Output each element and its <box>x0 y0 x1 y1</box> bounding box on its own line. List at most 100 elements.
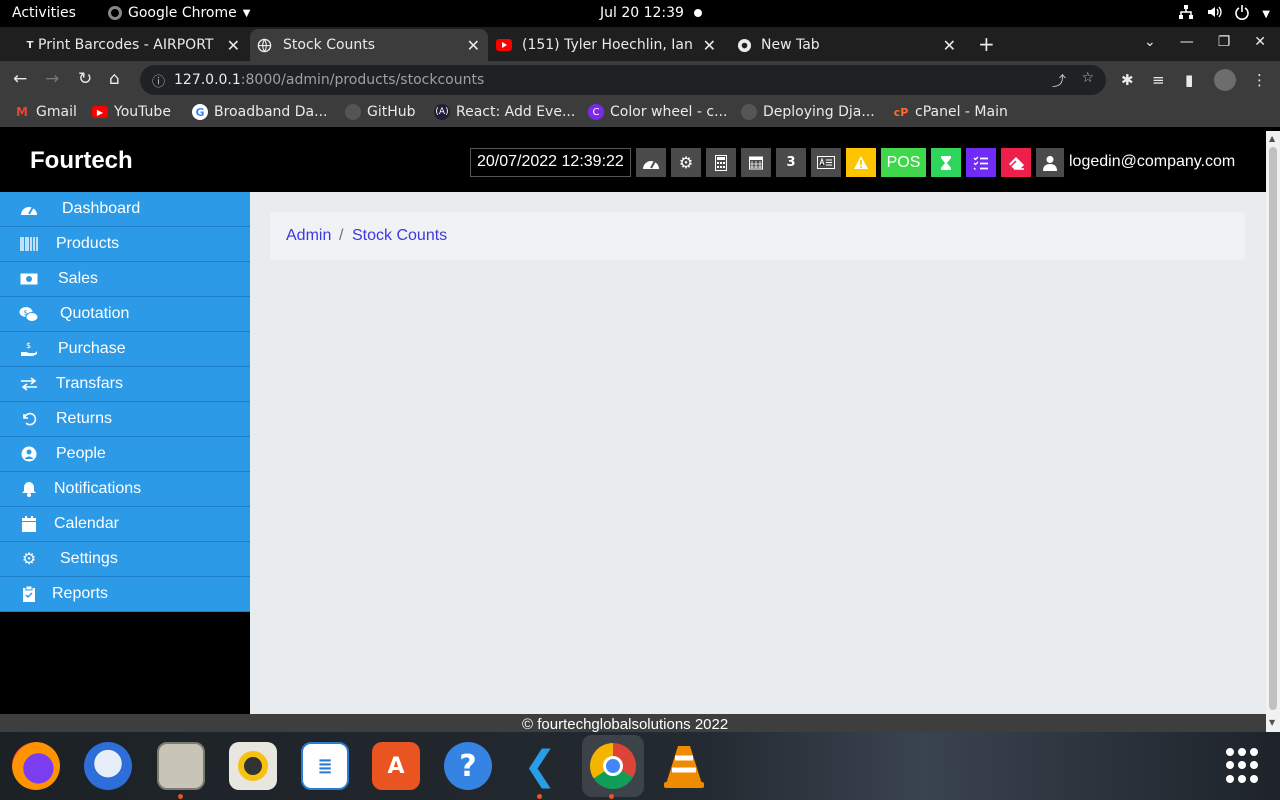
close-icon[interactable]: ✕ <box>467 36 480 55</box>
minimize-icon[interactable]: — <box>1180 34 1194 50</box>
sidebar-item-products[interactable]: Products <box>0 227 250 262</box>
vlc-icon[interactable] <box>660 742 708 790</box>
sidebar-item-notifications[interactable]: Notifications <box>0 472 250 507</box>
sidebar-item-reports[interactable]: Reports <box>0 577 250 612</box>
bookmark-youtube[interactable]: ▶ YouTube <box>92 104 171 120</box>
bookmark-gmail[interactable]: M Gmail <box>14 104 77 120</box>
window-close-icon[interactable]: ✕ <box>1254 34 1266 50</box>
scrollbar-thumb[interactable] <box>1269 147 1277 710</box>
vscode-icon[interactable]: ❮ <box>516 742 564 790</box>
comments-dollar-icon: $ <box>18 305 40 323</box>
google-chrome-dock-icon[interactable] <box>582 735 644 797</box>
files-icon[interactable] <box>157 742 205 790</box>
window-controls: ⌄ — ❐ ✕ <box>1144 34 1266 50</box>
new-tab-plus-icon[interactable]: + <box>978 32 995 56</box>
sidebar-item-people[interactable]: People <box>0 437 250 472</box>
bookmark-deploying[interactable]: Deploying Dja... <box>741 104 875 120</box>
bookmark-cpanel[interactable]: cP cPanel - Main <box>893 104 1008 120</box>
brand-logo-text[interactable]: Fourtech <box>30 147 133 175</box>
system-top-bar: Activities Google Chrome ▼ Jul 20 12:39 … <box>0 0 1280 27</box>
close-icon[interactable]: ✕ <box>943 36 956 55</box>
sidebar-item-quotation[interactable]: $ Quotation <box>0 297 250 332</box>
id-card-button[interactable] <box>811 148 841 177</box>
scroll-up-arrow-icon[interactable]: ▲ <box>1269 134 1275 143</box>
tab-new-tab[interactable]: New Tab ✕ <box>730 29 964 61</box>
chrome-logo-center <box>603 756 623 776</box>
cogs-icon: ⚙ <box>21 551 37 568</box>
help-icon[interactable]: ? <box>444 742 492 790</box>
sidebar-item-label: Products <box>56 235 120 252</box>
tab-print-barcodes[interactable]: T Print Barcodes - AIRPORT ✕ <box>16 29 248 61</box>
sidebar-item-calendar[interactable]: Calendar <box>0 507 250 542</box>
settings-cogs-button[interactable]: ⚙ <box>671 148 701 177</box>
eraser-button[interactable] <box>1001 148 1031 177</box>
tab-title: Stock Counts <box>283 37 376 53</box>
css3-button[interactable]: 3 <box>776 148 806 177</box>
youtube-icon: ▶ <box>92 106 108 118</box>
libreoffice-writer-icon[interactable]: ≣ <box>301 742 349 790</box>
ubuntu-dock: ≣ A ? ❮ <box>0 732 1280 800</box>
tab-youtube[interactable]: (151) Tyler Hoechlin, Ian B ✕ <box>490 29 724 61</box>
header-datetime: 20/07/2022 12:39:22 <box>470 148 631 177</box>
share-icon[interactable]: ⤴ <box>1052 71 1066 91</box>
tab-stock-counts[interactable]: Stock Counts ✕ <box>250 29 488 61</box>
back-arrow-icon[interactable]: ← <box>13 69 27 89</box>
show-applications-grid-icon[interactable] <box>1226 748 1262 784</box>
sidebar-item-transfars[interactable]: Transfars <box>0 367 250 402</box>
breadcrumb-admin-link[interactable]: Admin <box>286 227 331 245</box>
kebab-menu-icon[interactable]: ⋮ <box>1252 71 1267 89</box>
undo-icon <box>18 410 40 428</box>
scroll-down-arrow-icon[interactable]: ▼ <box>1269 718 1275 727</box>
bookmark-label: GitHub <box>367 104 416 120</box>
warning-button[interactable] <box>846 148 876 177</box>
sidebar-item-settings[interactable]: ⚙ Settings <box>0 542 250 577</box>
sidebar-item-purchase[interactable]: $ Purchase <box>0 332 250 367</box>
home-icon[interactable]: ⌂ <box>109 69 120 89</box>
page-scrollbar[interactable]: ▲ ▼ <box>1266 131 1280 732</box>
bookmark-star-icon[interactable]: ☆ <box>1081 70 1094 86</box>
calculator-button[interactable] <box>706 148 736 177</box>
firefox-icon[interactable] <box>12 742 60 790</box>
ubuntu-software-icon[interactable]: A <box>372 742 420 790</box>
bookmark-broadband[interactable]: G Broadband Da... <box>192 104 327 120</box>
react-icon: (A) <box>434 104 450 120</box>
sidebar-item-sales[interactable]: Sales <box>0 262 250 297</box>
forward-arrow-icon[interactable]: → <box>45 69 59 89</box>
restore-icon[interactable]: ❐ <box>1218 34 1231 50</box>
tab-title: New Tab <box>761 37 820 53</box>
tab-search-chevron-icon[interactable]: ⌄ <box>1144 34 1156 50</box>
hand-dollar-icon: $ <box>18 340 40 358</box>
close-icon[interactable]: ✕ <box>703 36 716 55</box>
user-email[interactable]: logedin@company.com <box>1069 153 1235 171</box>
sidebar-item-returns[interactable]: Returns <box>0 402 250 437</box>
rhythmbox-icon[interactable] <box>229 742 277 790</box>
breadcrumb-current[interactable]: Stock Counts <box>352 227 447 245</box>
activities-button[interactable]: Activities <box>12 5 76 21</box>
bookmark-react[interactable]: (A) React: Add Eve... <box>434 104 575 120</box>
site-info-icon[interactable]: ⓘ <box>152 71 165 90</box>
svg-text:$: $ <box>26 341 31 350</box>
user-avatar-button[interactable] <box>1036 148 1064 177</box>
speaker-icon <box>238 751 268 781</box>
sidebar-item-dashboard[interactable]: Dashboard <box>0 192 250 227</box>
side-panel-icon[interactable]: ▮ <box>1185 71 1193 89</box>
app-menu[interactable]: Google Chrome ▼ <box>108 5 250 21</box>
profile-avatar[interactable] <box>1214 69 1236 91</box>
youtube-icon <box>496 37 512 53</box>
thunderbird-icon[interactable] <box>84 742 132 790</box>
system-tray[interactable]: ▼ <box>1178 4 1270 24</box>
reload-icon[interactable]: ↻ <box>78 69 92 89</box>
close-icon[interactable]: ✕ <box>227 36 240 55</box>
dashboard-gauge-button[interactable] <box>636 148 666 177</box>
bookmark-github[interactable]: GitHub <box>345 104 416 120</box>
system-clock[interactable]: Jul 20 12:39 <box>600 5 684 21</box>
calendar-button[interactable] <box>741 148 771 177</box>
chevron-down-icon: ▼ <box>1262 8 1270 20</box>
pos-button[interactable]: POS <box>881 148 926 177</box>
address-bar[interactable]: ⓘ 127.0.0.1:8000/admin/products/stockcou… <box>140 65 1106 95</box>
hourglass-button[interactable] <box>931 148 961 177</box>
extensions-puzzle-icon[interactable]: ✱ <box>1121 71 1134 89</box>
media-queue-icon[interactable]: ≡ <box>1152 71 1165 89</box>
bookmark-color-wheel[interactable]: C Color wheel - c... <box>588 104 727 120</box>
task-list-button[interactable] <box>966 148 996 177</box>
